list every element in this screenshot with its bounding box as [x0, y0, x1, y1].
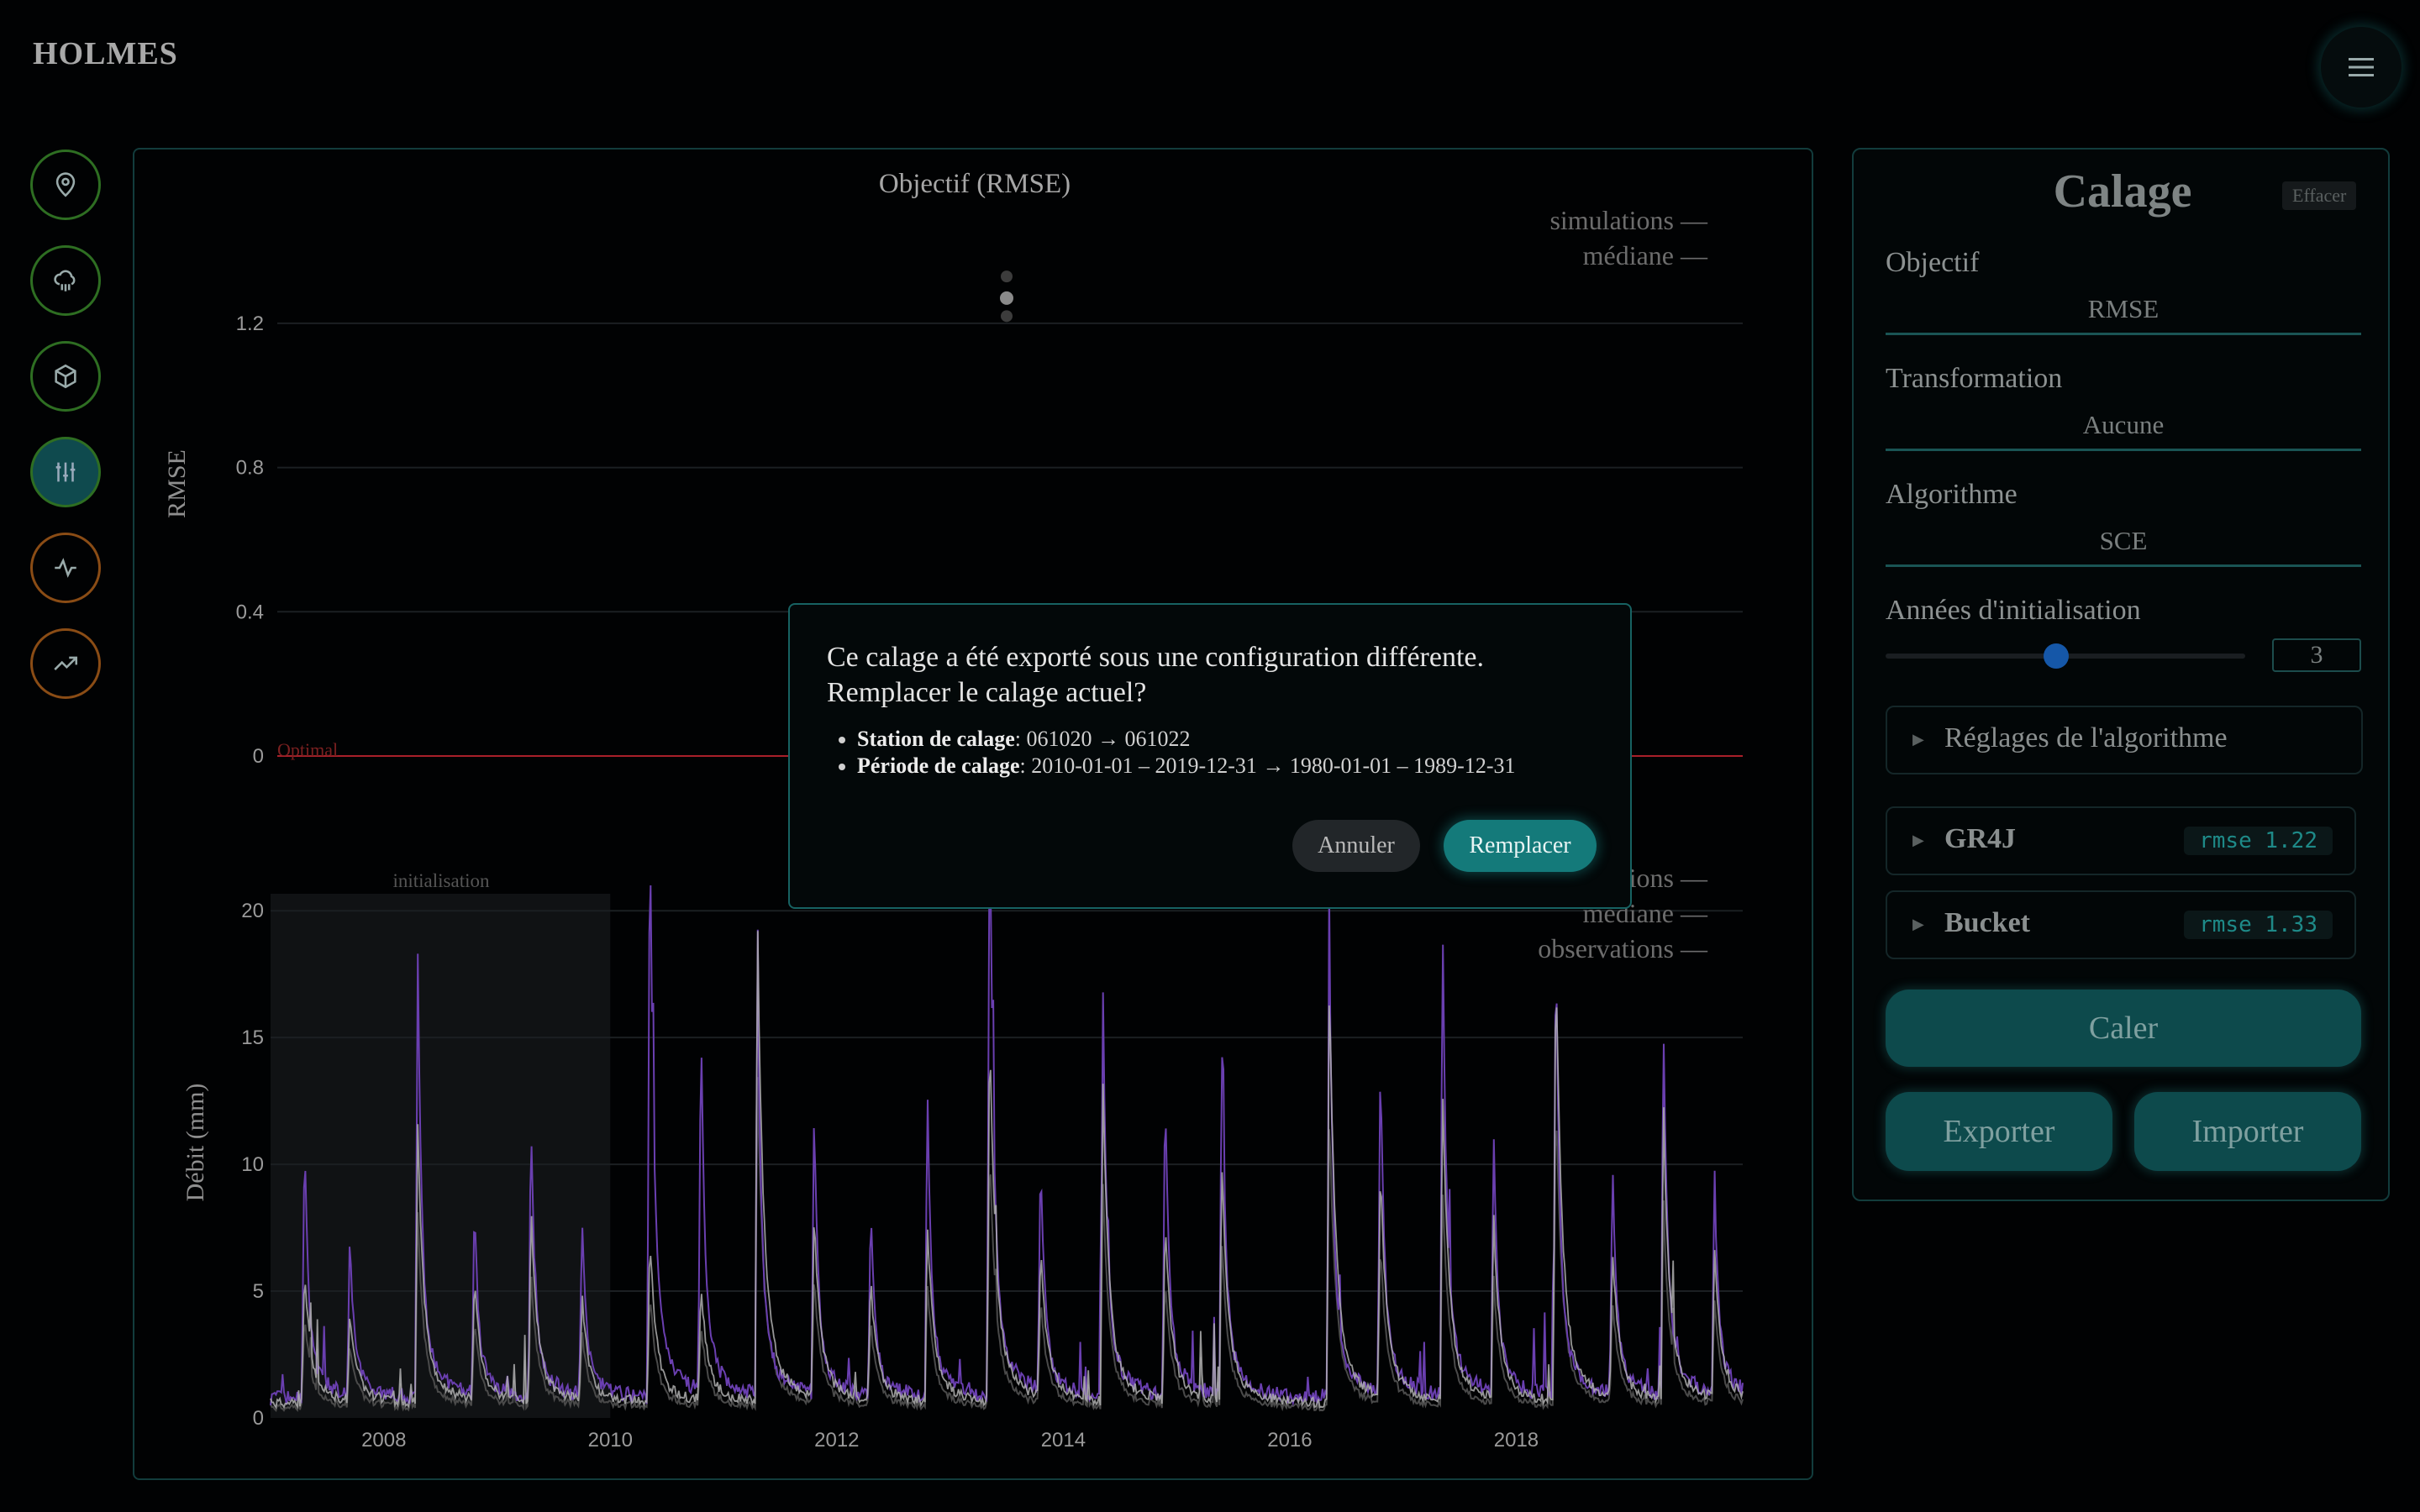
change-value: : 061020 → 061022: [1014, 727, 1191, 751]
sidebar-item-model[interactable]: [30, 341, 101, 412]
flow-legend-observations: observations —: [1538, 933, 1708, 963]
objective-point: [1001, 310, 1013, 323]
objective-y-tick: 0: [253, 745, 264, 768]
flow-x-tick: 2010: [588, 1429, 633, 1452]
change-value: : 2010-01-01 – 2019-12-31 → 1980-01-01 –…: [1019, 753, 1516, 778]
objective-point: [1000, 291, 1013, 305]
flow-y-tick: 10: [241, 1153, 264, 1176]
flow-x-tick: 2008: [361, 1429, 406, 1452]
caret-right-icon: ▶: [1912, 916, 1924, 932]
objective-y-tick: 1.2: [236, 312, 264, 335]
export-button[interactable]: Exporter: [1886, 1092, 2112, 1171]
dialog-message: Ce calage a été exporté sous une configu…: [827, 642, 1484, 708]
cloud-rain-icon: [54, 270, 76, 291]
flow-y-tick: 20: [241, 900, 264, 922]
flow-x-tick: 2014: [1041, 1429, 1086, 1452]
sidebar-item-calibration[interactable]: [30, 437, 101, 507]
model-item-bucket[interactable]: ▶ Bucket rmse 1.33: [1886, 890, 2356, 959]
caret-right-icon: ▶: [1912, 731, 1924, 748]
rmse-badge: rmse 1.33: [2184, 911, 2333, 939]
cancel-button[interactable]: Annuler: [1292, 820, 1420, 872]
dialog-changes-list: Station de calage: 061020 → 061022 Pério…: [829, 726, 1516, 780]
objective-legend-median: médiane —: [1583, 240, 1708, 270]
algorithm-label: Algorithme: [1886, 479, 2018, 510]
transformation-select[interactable]: Aucune: [1886, 410, 2361, 451]
model-name: GR4J: [1944, 823, 2016, 854]
objective-label: Objectif: [1886, 247, 1980, 278]
flow-x-tick: 2016: [1267, 1429, 1312, 1452]
sliders-icon: [55, 462, 76, 482]
calibrate-button[interactable]: Caler: [1886, 990, 2361, 1067]
transformation-label: Transformation: [1886, 363, 2063, 394]
trending-up-icon: [54, 656, 78, 670]
objective-point: [1001, 270, 1013, 283]
flow-y-tick: 15: [241, 1026, 264, 1049]
objective-legend-simulations: simulations —: [1549, 205, 1708, 235]
algorithm-settings-toggle[interactable]: ▶ Réglages de l'algorithme: [1886, 706, 2363, 774]
change-key: Période de calage: [857, 753, 1020, 778]
replace-calibration-dialog: Ce calage a été exporté sous une configu…: [788, 603, 1632, 909]
flow-x-tick: 2012: [814, 1429, 859, 1452]
algorithm-select[interactable]: SCE: [1886, 526, 2361, 567]
import-button[interactable]: Importer: [2134, 1092, 2361, 1171]
flow-y-label: Débit (mm): [182, 1084, 209, 1202]
algorithm-settings-label: Réglages de l'algorithme: [1944, 722, 2228, 753]
objective-y-label: RMSE: [163, 449, 191, 518]
app-logo: HOLMES: [33, 36, 178, 71]
sidebar-item-projection[interactable]: [30, 628, 101, 699]
flow-y-tick: 0: [253, 1407, 264, 1430]
list-item: Période de calage: 2010-01-01 – 2019-12-…: [857, 753, 1516, 780]
sidebar-item-station[interactable]: [30, 150, 101, 220]
caret-right-icon: ▶: [1912, 832, 1924, 848]
initialisation-region: [271, 894, 611, 1418]
sidebar-item-simulation[interactable]: [30, 533, 101, 603]
list-item: Station de calage: 061020 → 061022: [857, 726, 1516, 753]
sidebar-item-meteo[interactable]: [30, 245, 101, 316]
flow-x-tick: 2018: [1494, 1429, 1539, 1452]
objective-y-tick: 0.4: [236, 601, 264, 623]
rmse-badge: rmse 1.22: [2184, 827, 2333, 855]
optimal-label: Optimal: [277, 739, 338, 760]
flow-y-tick: 5: [253, 1280, 264, 1303]
cube-icon: [55, 364, 76, 389]
clear-button[interactable]: Effacer: [2282, 181, 2357, 210]
model-item-gr4j[interactable]: ▶ GR4J rmse 1.22: [1886, 806, 2356, 875]
model-name: Bucket: [1944, 907, 2030, 938]
objective-chart-title: Objectif (RMSE): [879, 169, 1071, 199]
menu-button[interactable]: [2321, 27, 2402, 108]
change-key: Station de calage: [857, 727, 1015, 751]
calibration-panel: Calage Effacer Objectif RMSE Transformat…: [1852, 148, 2390, 1201]
initialisation-label: initialisation: [393, 870, 490, 891]
init-years-label: Années d'initialisation: [1886, 595, 2141, 626]
objective-y-tick: 0.8: [236, 457, 264, 480]
objective-select[interactable]: RMSE: [1886, 294, 2361, 335]
map-pin-icon: [55, 172, 76, 197]
pulse-icon: [55, 558, 76, 578]
hamburger-icon: [2349, 58, 2374, 76]
init-years-slider-thumb[interactable]: [2044, 643, 2069, 669]
init-years-input[interactable]: 3: [2272, 638, 2361, 672]
replace-button[interactable]: Remplacer: [1444, 820, 1597, 872]
